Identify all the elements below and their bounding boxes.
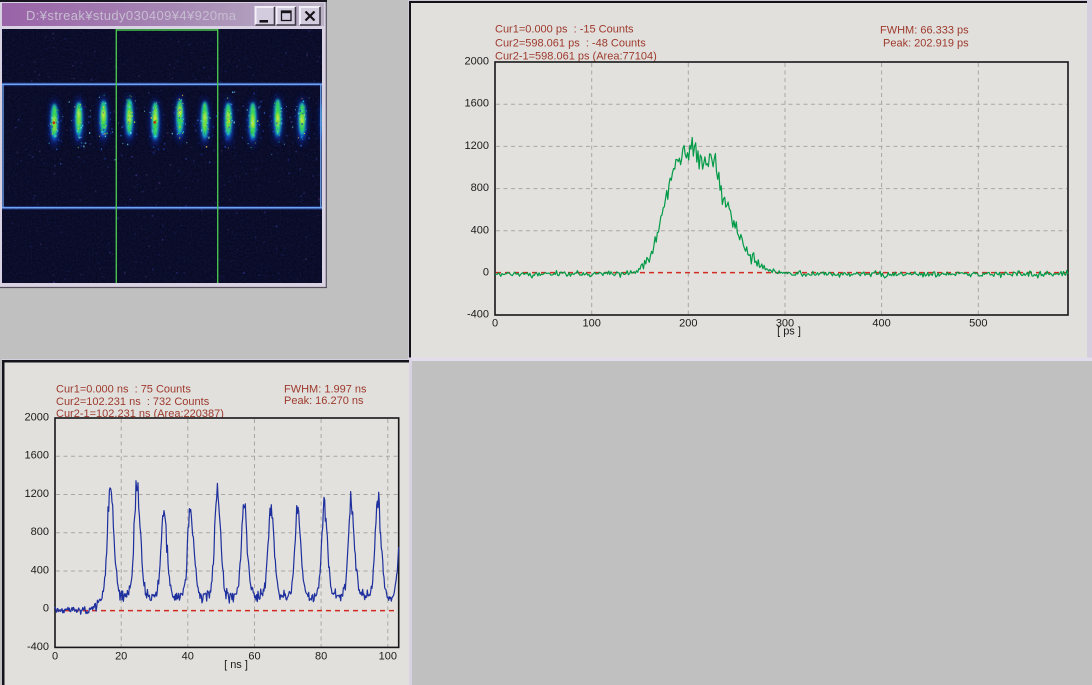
svg-text:Cur2=598.061 ps : -48 Counts: Cur2=598.061 ps : -48 Counts (495, 38, 646, 50)
svg-text:60: 60 (248, 651, 260, 663)
svg-text:100: 100 (379, 651, 397, 663)
svg-text:Peak: 16.270 ns: Peak: 16.270 ns (284, 395, 364, 407)
svg-text:2000: 2000 (465, 56, 489, 68)
svg-text:400: 400 (31, 565, 49, 577)
svg-text:1600: 1600 (25, 450, 49, 462)
svg-text:FWHM: 66.333 ps: FWHM: 66.333 ps (880, 24, 969, 36)
svg-text:Cur2=102.231 ns : 732 Counts: Cur2=102.231 ns : 732 Counts (56, 396, 210, 408)
svg-text:200: 200 (679, 318, 697, 330)
svg-text:1200: 1200 (465, 140, 489, 152)
svg-text:-400: -400 (27, 641, 49, 653)
svg-text:1200: 1200 (25, 488, 49, 500)
svg-text:20: 20 (115, 651, 127, 663)
svg-text:Peak: 202.919 ps: Peak: 202.919 ps (883, 38, 969, 50)
svg-text:40: 40 (182, 651, 194, 663)
svg-text:500: 500 (969, 318, 987, 330)
svg-text:400: 400 (872, 318, 890, 330)
svg-text:Cur1=0.000 ps : -15 Counts: Cur1=0.000 ps : -15 Counts (495, 24, 634, 36)
svg-text:Cur2-1=598.061 ps (Area:77104): Cur2-1=598.061 ps (Area:77104) (495, 51, 657, 63)
svg-text:0: 0 (43, 603, 49, 615)
svg-text:0: 0 (483, 267, 489, 279)
svg-text:[ ps ]: [ ps ] (777, 326, 801, 338)
svg-text:400: 400 (471, 224, 489, 236)
svg-text:800: 800 (31, 526, 49, 538)
svg-text:800: 800 (471, 182, 489, 194)
svg-text:FWHM: 1.997 ns: FWHM: 1.997 ns (284, 383, 367, 395)
svg-text:2000: 2000 (25, 412, 49, 424)
svg-text:80: 80 (315, 651, 327, 663)
svg-text:Cur1=0.000 ns : 75 Counts: Cur1=0.000 ns : 75 Counts (56, 383, 191, 395)
svg-text:D:¥streak¥study030409¥4¥920ma: D:¥streak¥study030409¥4¥920ma (26, 8, 237, 23)
svg-text:-400: -400 (467, 309, 489, 321)
svg-text:0: 0 (492, 318, 498, 330)
svg-text:[ ns ]: [ ns ] (224, 659, 248, 671)
svg-text:100: 100 (583, 318, 601, 330)
svg-text:1600: 1600 (465, 98, 489, 110)
svg-text:0: 0 (52, 651, 58, 663)
